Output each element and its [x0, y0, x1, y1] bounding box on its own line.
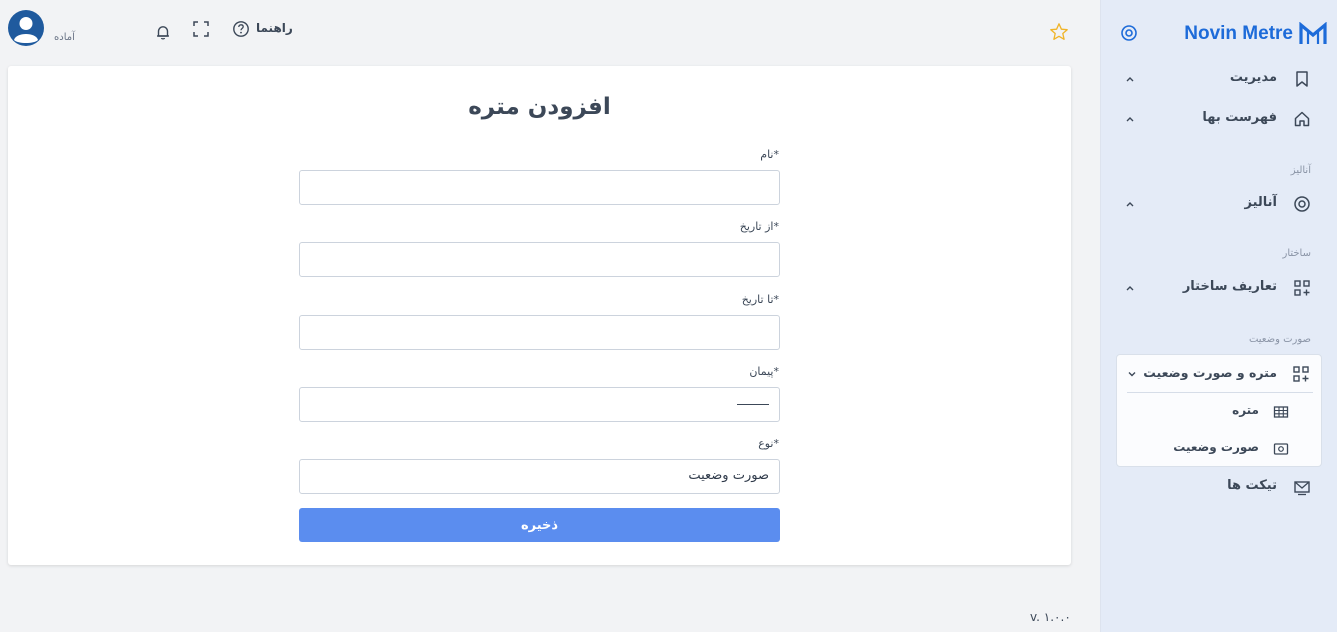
- sidebar-item-label: آنالیز: [1244, 195, 1278, 210]
- sidebar-item-metre-and-statement[interactable]: متره و صورت وضعیت: [1117, 355, 1321, 393]
- sidebar-item-label: تیکت ها: [1227, 478, 1277, 493]
- table-icon: [1273, 406, 1289, 418]
- user-status: آماده: [54, 32, 75, 43]
- save-button[interactable]: ذخیره: [299, 508, 780, 542]
- contract-select[interactable]: [299, 387, 780, 422]
- sidebar-item-management[interactable]: مدیریت: [1100, 64, 1337, 94]
- sidebar-toggle-icon[interactable]: [1120, 24, 1138, 42]
- to-date-label: تا تاریخ*: [741, 293, 779, 306]
- divider: [1127, 392, 1313, 393]
- help-icon[interactable]: [232, 20, 250, 38]
- sidebar-item-label: متره و صورت وضعیت: [1143, 365, 1277, 380]
- sidebar-item-tickets[interactable]: تیکت ها: [1100, 472, 1337, 502]
- avatar[interactable]: [8, 10, 44, 46]
- name-label: نام*: [760, 148, 779, 161]
- brand-logo-icon: [1299, 22, 1327, 44]
- brand: Novin Metre: [1100, 18, 1337, 50]
- sidebar-subitem-label: صورت وضعیت: [1173, 440, 1259, 454]
- app-version: v. ۱.۰.۰: [1030, 610, 1071, 624]
- type-select[interactable]: صورت وضعیت: [299, 459, 780, 494]
- page-title: افزودن متره: [468, 94, 611, 120]
- from-date-field[interactable]: [299, 242, 780, 277]
- mail-icon: [1294, 481, 1310, 496]
- sidebar-item-analysis[interactable]: آنالیز: [1100, 189, 1337, 219]
- empty-value-dash: [737, 404, 769, 405]
- section-title-analysis: آنالیز: [1290, 165, 1311, 176]
- form-card: افزودن متره نام* از تاریخ* تا تاریخ* پیم…: [8, 66, 1071, 565]
- sidebar-item-label: مدیریت: [1229, 70, 1277, 85]
- chevron-up-icon: [1126, 286, 1134, 291]
- sidebar-subitem-label: متره: [1232, 403, 1259, 417]
- type-selected-value: صورت وضعیت: [688, 468, 769, 483]
- target-icon: [1294, 196, 1310, 212]
- sidebar-subitem-metre[interactable]: متره: [1117, 397, 1321, 425]
- sidebar-item-label: تعاریف ساختار: [1182, 279, 1277, 294]
- type-label: نوع*: [758, 437, 779, 450]
- help-link[interactable]: راهنما: [256, 21, 293, 35]
- section-title-statement: صورت وضعیت: [1248, 334, 1311, 345]
- contract-label: پیمان*: [749, 365, 779, 378]
- grid-plus-icon: [1294, 280, 1310, 296]
- star-icon[interactable]: [1049, 22, 1069, 42]
- grid-plus-icon: [1293, 366, 1309, 382]
- fullscreen-icon[interactable]: [192, 20, 210, 38]
- bookmark-icon: [1296, 71, 1308, 87]
- sidebar-subitem-statement[interactable]: صورت وضعیت: [1117, 434, 1321, 462]
- document-icon: [1273, 443, 1289, 455]
- sidebar-item-price-list[interactable]: فهرست بها: [1100, 104, 1337, 134]
- name-field[interactable]: [299, 170, 780, 205]
- bell-icon[interactable]: [154, 23, 172, 41]
- chevron-down-icon: [1128, 372, 1136, 377]
- chevron-up-icon: [1126, 117, 1134, 122]
- section-title-structure: ساختار: [1282, 248, 1311, 259]
- home-icon: [1294, 111, 1310, 127]
- chevron-up-icon: [1126, 77, 1134, 82]
- sidebar-item-label: فهرست بها: [1202, 110, 1277, 125]
- brand-name: Novin Metre: [1184, 23, 1293, 44]
- topbar: آماده راهنما: [0, 0, 1100, 62]
- chevron-up-icon: [1126, 202, 1134, 207]
- to-date-field[interactable]: [299, 315, 780, 350]
- sidebar-item-structure-definitions[interactable]: تعاریف ساختار: [1100, 273, 1337, 303]
- sidebar-submenu-statement: متره و صورت وضعیت متره صورت وضعیت: [1116, 354, 1322, 467]
- sidebar: Novin Metre مدیریت فهرست بها آنالیز آنال…: [1100, 0, 1337, 632]
- from-date-label: از تاریخ*: [739, 220, 779, 233]
